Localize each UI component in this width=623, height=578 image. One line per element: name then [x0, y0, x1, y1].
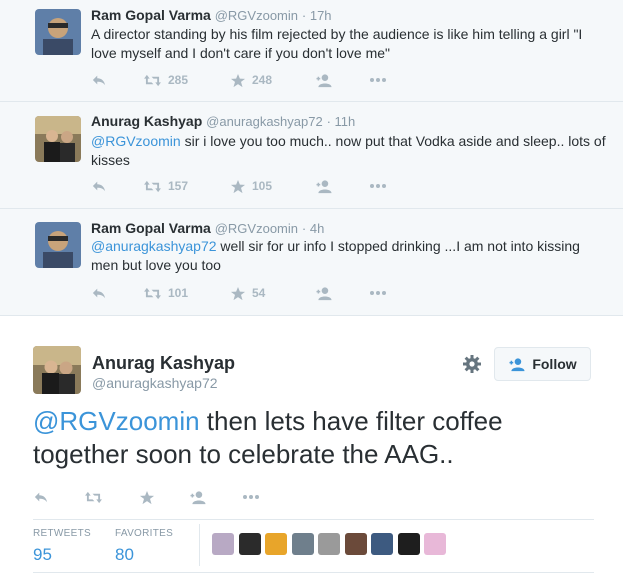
more-button[interactable] [242, 494, 260, 500]
more-icon [242, 494, 260, 500]
avatar-image [33, 346, 81, 394]
follow-user-button[interactable] [315, 73, 369, 88]
avatar-image [35, 222, 81, 268]
avatar-image [35, 9, 81, 55]
tweet-time[interactable]: 11h [335, 114, 356, 129]
retweet-button[interactable] [84, 490, 139, 505]
tweet-text: @RGVzoomin sir i love you too much.. now… [91, 132, 611, 170]
favoriter-avatars [212, 533, 451, 555]
favorite-button[interactable]: 105 [230, 179, 315, 194]
reply-button[interactable] [91, 179, 143, 193]
retweet-button[interactable]: 285 [143, 73, 230, 88]
favoriter-avatar[interactable] [371, 533, 393, 555]
follow-label: Follow [532, 356, 577, 372]
favorites-stat[interactable]: FAVORITES 80 [115, 528, 173, 565]
favorite-button[interactable]: 54 [230, 286, 315, 301]
favorite-count: 248 [252, 73, 273, 87]
follow-button[interactable]: Follow [494, 347, 591, 381]
reply-icon [33, 490, 49, 504]
favorite-icon [139, 490, 155, 505]
favorite-count: 105 [252, 179, 273, 193]
author-handle[interactable]: @RGVzoomin [215, 221, 298, 236]
favoriter-avatar[interactable] [318, 533, 340, 555]
follow-user-icon [508, 357, 526, 372]
author-handle[interactable]: @anuragkashyap72 [92, 375, 218, 391]
author-handle[interactable]: @anuragkashyap72 [206, 114, 323, 129]
reply-button[interactable] [91, 73, 143, 87]
follow-user-button[interactable] [315, 286, 369, 301]
avatar[interactable] [33, 346, 81, 394]
author-name[interactable]: Anurag Kashyap [91, 113, 202, 129]
favorites-count: 80 [115, 545, 134, 564]
retweet-count: 285 [168, 73, 189, 87]
follow-user-button[interactable] [315, 179, 369, 194]
follow-user-icon [189, 490, 207, 505]
favoriter-avatar[interactable] [424, 533, 446, 555]
avatar[interactable] [35, 9, 81, 55]
favorite-button[interactable] [139, 490, 189, 505]
retweet-icon [143, 286, 162, 301]
favorite-count: 54 [252, 286, 266, 300]
favoriter-avatar[interactable] [238, 533, 261, 555]
favorite-icon [230, 286, 246, 301]
retweet-count: 157 [168, 179, 189, 193]
tweet-time[interactable]: 4h [310, 221, 324, 236]
tweet-text: @anuragkashyap72 well sir for ur info I … [91, 237, 611, 275]
retweet-icon [143, 179, 162, 194]
more-icon [369, 77, 387, 83]
follow-user-icon [315, 286, 333, 301]
author-handle[interactable]: @RGVzoomin [215, 8, 298, 23]
follow-user-icon [315, 73, 333, 88]
more-button[interactable] [369, 290, 387, 296]
avatar-image [35, 116, 81, 162]
avatar[interactable] [35, 222, 81, 268]
tweet-text: A director standing by his film rejected… [91, 25, 611, 63]
more-button[interactable] [369, 183, 387, 189]
favorite-button[interactable]: 248 [230, 73, 315, 88]
follow-user-button[interactable] [189, 490, 242, 505]
divider [199, 524, 200, 566]
gear-icon [463, 355, 481, 373]
more-icon [369, 290, 387, 296]
favoriter-avatar[interactable] [397, 533, 420, 555]
tweet-time[interactable]: 17h [310, 8, 332, 23]
retweet-count: 101 [168, 286, 189, 300]
reply-icon [91, 286, 107, 300]
favoriter-avatar[interactable] [344, 533, 367, 555]
tweet-stats: RETWEETS 95 FAVORITES 80 [33, 519, 594, 573]
follow-user-icon [315, 179, 333, 194]
reply-button[interactable] [91, 286, 143, 300]
retweet-icon [143, 73, 162, 88]
favoriter-avatar[interactable] [291, 533, 314, 555]
more-icon [369, 183, 387, 189]
favoriter-avatar[interactable] [212, 533, 234, 555]
favorites-label: FAVORITES [115, 528, 174, 539]
retweets-stat[interactable]: RETWEETS 95 [33, 528, 91, 565]
retweets-count: 95 [33, 545, 52, 564]
mention-link[interactable]: @RGVzoomin [33, 406, 200, 436]
thread-tweet-2[interactable]: Anurag Kashyap @anuragkashyap72 · 11h @R… [0, 102, 623, 209]
reply-button[interactable] [33, 490, 84, 504]
author-name[interactable]: Anurag Kashyap [92, 353, 235, 374]
reply-icon [91, 179, 107, 193]
author-name[interactable]: Ram Gopal Varma [91, 7, 211, 23]
reply-icon [91, 73, 107, 87]
favorite-icon [230, 179, 246, 194]
favoriter-avatar[interactable] [265, 533, 287, 555]
thread-tweet-3[interactable]: Ram Gopal Varma @RGVzoomin · 4h @anuragk… [0, 209, 623, 316]
more-button[interactable] [369, 77, 387, 83]
user-actions-button[interactable] [462, 354, 482, 379]
author-name[interactable]: Ram Gopal Varma [91, 220, 211, 236]
mention-link[interactable]: @anuragkashyap72 [91, 238, 217, 254]
mention-link[interactable]: @RGVzoomin [91, 133, 181, 149]
avatar[interactable] [35, 116, 81, 162]
main-tweet-text: @RGVzoomin then lets have filter coffee … [33, 405, 603, 471]
thread-tweet-1[interactable]: Ram Gopal Varma @RGVzoomin · 17h A direc… [0, 0, 623, 102]
retweets-label: RETWEETS [33, 528, 91, 539]
favorite-icon [230, 73, 246, 88]
retweet-icon [84, 490, 103, 505]
tweet-body: A director standing by his film rejected… [91, 26, 583, 61]
retweet-button[interactable]: 101 [143, 286, 230, 301]
retweet-button[interactable]: 157 [143, 179, 230, 194]
